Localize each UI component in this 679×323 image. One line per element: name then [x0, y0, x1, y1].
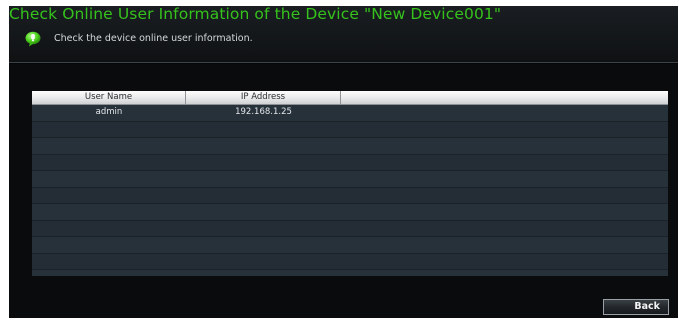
table-row — [32, 187, 668, 204]
table-body: admin 192.168.1.25 — [32, 105, 668, 276]
ip-address-cell — [186, 221, 341, 236]
online-users-table: User Name IP Address admin 192.168.1.25 — [32, 91, 668, 276]
column-header-ip-address[interactable]: IP Address — [186, 91, 341, 104]
ip-address-cell — [186, 122, 341, 137]
back-button[interactable]: Back — [603, 299, 669, 315]
user-name-cell — [32, 155, 186, 170]
user-name-cell — [32, 122, 186, 137]
dialog-title: Check Online User Information of the Dev… — [9, 6, 502, 23]
user-name-cell — [32, 188, 186, 203]
table-row — [32, 171, 668, 188]
table-row — [32, 253, 668, 270]
online-users-dialog: Check Online User Information of the Dev… — [9, 6, 678, 318]
ip-address-cell — [186, 270, 341, 276]
user-name-cell — [32, 138, 186, 153]
table-row[interactable]: admin 192.168.1.25 — [32, 105, 668, 122]
table-row — [32, 220, 668, 237]
user-name-cell — [32, 270, 186, 276]
info-bubble-icon — [25, 31, 41, 47]
ip-address-cell — [186, 138, 341, 153]
ip-address-cell — [186, 204, 341, 219]
table-header: User Name IP Address — [32, 91, 668, 105]
user-name-cell — [32, 254, 186, 269]
table-row — [32, 138, 668, 155]
table-row — [32, 270, 668, 276]
user-name-cell — [32, 237, 186, 252]
column-header-blank — [341, 91, 668, 104]
ip-address-cell — [186, 155, 341, 170]
table-row — [32, 237, 668, 254]
dialog-header: Check Online User Information of the Dev… — [9, 6, 678, 62]
ip-address-cell — [186, 171, 341, 186]
dialog-subtitle: Check the device online user information… — [54, 33, 253, 44]
ip-address-cell — [186, 188, 341, 203]
user-name-cell — [32, 204, 186, 219]
ip-address-cell — [186, 237, 341, 252]
header-divider-shadow — [9, 63, 678, 64]
table-row — [32, 154, 668, 171]
table-row — [32, 121, 668, 138]
column-header-user-name[interactable]: User Name — [32, 91, 186, 104]
table-row — [32, 204, 668, 221]
ip-address-cell: 192.168.1.25 — [235, 107, 292, 117]
ip-address-cell — [186, 254, 341, 269]
user-name-cell: admin — [95, 107, 123, 117]
user-name-cell — [32, 221, 186, 236]
user-name-cell — [32, 171, 186, 186]
